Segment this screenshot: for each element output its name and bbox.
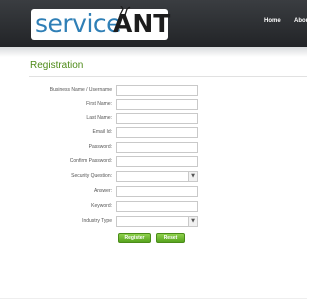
form-row-business-name: Business Name / Username — [0, 85, 307, 97]
keyword-input[interactable] — [116, 201, 198, 212]
keyword-label: Keyword: — [91, 203, 112, 209]
logo-text-ant: ANT — [113, 9, 171, 38]
nav-about-link[interactable]: Abou — [294, 18, 309, 24]
register-button[interactable]: Register — [118, 233, 151, 243]
answer-label: Answer: — [93, 188, 112, 194]
service-ant-logo[interactable]: service ANT — [31, 6, 171, 40]
email-label: Email Id: — [92, 129, 112, 135]
chevron-down-icon[interactable]: ▼ — [188, 172, 197, 181]
nav-home-link[interactable]: Home — [264, 18, 281, 24]
answer-input[interactable] — [116, 186, 198, 197]
last-name-input[interactable] — [116, 113, 198, 124]
reset-button[interactable]: Reset — [156, 233, 185, 243]
form-row-password: Password: — [0, 142, 307, 154]
password-input[interactable] — [116, 142, 198, 153]
form-row-keyword: Keyword: — [0, 201, 307, 213]
top-navigation-bar: service ANT Home Abou — [0, 0, 309, 47]
logo-text-service: service — [35, 9, 122, 38]
form-row-email: Email Id: — [0, 127, 307, 139]
business-name-input[interactable] — [116, 85, 198, 96]
confirm-password-input[interactable] — [116, 156, 198, 167]
email-input[interactable] — [116, 127, 198, 138]
form-row-industry-type: Industry Type ▼ — [0, 216, 307, 228]
first-name-input[interactable] — [116, 99, 198, 110]
form-row-answer: Answer: — [0, 186, 307, 198]
security-question-select[interactable]: ▼ — [116, 171, 198, 182]
password-label: Password: — [88, 144, 112, 150]
last-name-label: Last Name: — [86, 115, 112, 121]
form-row-security-question: Security Question: ▼ — [0, 171, 307, 183]
header-shadow — [0, 47, 307, 57]
title-divider — [29, 76, 307, 77]
chevron-down-icon[interactable]: ▼ — [188, 217, 197, 226]
business-name-label: Business Name / Username — [49, 87, 112, 93]
page-title: Registration — [30, 60, 84, 71]
footer-divider — [0, 298, 307, 299]
industry-type-select[interactable]: ▼ — [116, 216, 198, 227]
security-question-label: Security Question: — [71, 173, 112, 179]
industry-type-label: Industry Type — [82, 218, 112, 224]
first-name-label: First Name: — [86, 101, 112, 107]
form-row-last-name: Last Name: — [0, 113, 307, 125]
confirm-password-label: Confirm Password: — [69, 158, 112, 164]
form-row-first-name: First Name: — [0, 99, 307, 111]
form-row-confirm-password: Confirm Password: — [0, 156, 307, 168]
